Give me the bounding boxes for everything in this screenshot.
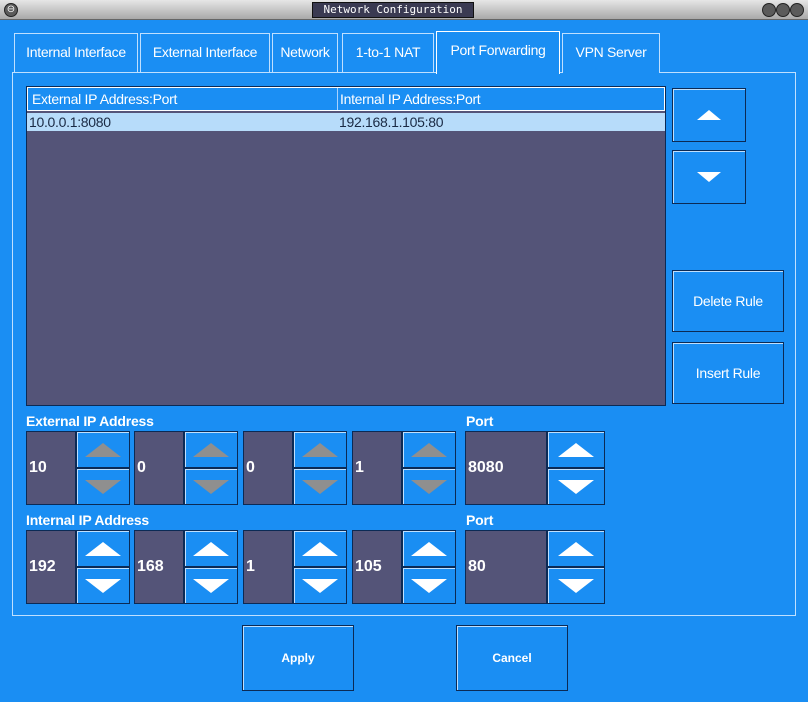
- apply-button[interactable]: Apply: [242, 625, 354, 691]
- internal-octet-3-stepper: 1: [243, 530, 347, 604]
- external-port-stepper: 8080: [465, 431, 605, 505]
- external-port-value[interactable]: 8080: [465, 431, 547, 505]
- external-octet-4-value[interactable]: 1: [352, 431, 402, 505]
- title-bar: ⊖ Network Configuration: [0, 0, 808, 20]
- external-octet-3-up-button[interactable]: [293, 431, 347, 468]
- external-octet-4-up-button[interactable]: [402, 431, 456, 468]
- internal-octet-2-value[interactable]: 168: [134, 530, 184, 604]
- external-ip-label: External IP Address: [26, 413, 154, 429]
- external-octet-4-stepper: 1: [352, 431, 456, 505]
- external-octet-2-value[interactable]: 0: [134, 431, 184, 505]
- internal-octet-3-up-button[interactable]: [293, 530, 347, 567]
- external-octet-1-up-button[interactable]: [76, 431, 130, 468]
- arrow-down-icon: [85, 578, 121, 593]
- cell-external: 10.0.0.1:8080: [29, 114, 111, 130]
- minimize-icon[interactable]: [762, 3, 776, 17]
- arrow-up-icon: [302, 442, 338, 457]
- external-octet-2-down-button[interactable]: [184, 468, 238, 505]
- external-port-down-button[interactable]: [547, 468, 605, 505]
- port-forwarding-table[interactable]: External IP Address:Port Internal IP Add…: [26, 86, 666, 406]
- arrow-down-icon: [302, 578, 338, 593]
- internal-octet-1-up-button[interactable]: [76, 530, 130, 567]
- arrow-up-icon: [411, 541, 447, 556]
- arrow-up-icon: [558, 442, 594, 457]
- close-icon[interactable]: [790, 3, 804, 17]
- internal-octet-4-stepper: 105: [352, 530, 456, 604]
- column-divider: [337, 88, 338, 110]
- external-octet-3-stepper: 0: [243, 431, 347, 505]
- external-octet-2-stepper: 0: [134, 431, 238, 505]
- internal-octet-1-stepper: 192: [26, 530, 130, 604]
- external-octet-1-value[interactable]: 10: [26, 431, 76, 505]
- external-octet-4-down-button[interactable]: [402, 468, 456, 505]
- cell-internal: 192.168.1.105:80: [339, 114, 444, 130]
- tab-vpn-server[interactable]: VPN Server: [562, 33, 660, 73]
- arrow-down-icon: [411, 578, 447, 593]
- tab-port-forwarding[interactable]: Port Forwarding: [436, 31, 560, 74]
- external-port-label: Port: [466, 413, 494, 429]
- internal-octet-2-up-button[interactable]: [184, 530, 238, 567]
- internal-octet-4-up-button[interactable]: [402, 530, 456, 567]
- internal-octet-2-stepper: 168: [134, 530, 238, 604]
- arrow-up-icon: [193, 442, 229, 457]
- delete-rule-button[interactable]: Delete Rule: [672, 270, 784, 332]
- arrow-down-icon: [558, 578, 594, 593]
- arrow-up-icon: [558, 541, 594, 556]
- arrow-up-icon: [697, 110, 721, 120]
- arrow-up-icon: [411, 442, 447, 457]
- arrow-up-icon: [85, 541, 121, 556]
- arrow-down-icon: [411, 479, 447, 494]
- table-header: External IP Address:Port Internal IP Add…: [27, 87, 665, 111]
- internal-ip-label: Internal IP Address: [26, 512, 150, 528]
- move-down-button[interactable]: [672, 150, 746, 204]
- internal-octet-4-value[interactable]: 105: [352, 530, 402, 604]
- external-octet-2-up-button[interactable]: [184, 431, 238, 468]
- internal-octet-2-down-button[interactable]: [184, 567, 238, 604]
- arrow-down-icon: [558, 479, 594, 494]
- external-octet-3-down-button[interactable]: [293, 468, 347, 505]
- column-header-internal[interactable]: Internal IP Address:Port: [340, 91, 481, 107]
- window-title: Network Configuration: [312, 2, 474, 18]
- internal-port-up-button[interactable]: [547, 530, 605, 567]
- maximize-icon[interactable]: [776, 3, 790, 17]
- internal-octet-3-value[interactable]: 1: [243, 530, 293, 604]
- external-octet-3-value[interactable]: 0: [243, 431, 293, 505]
- arrow-up-icon: [193, 541, 229, 556]
- arrow-down-icon: [193, 479, 229, 494]
- internal-port-label: Port: [466, 512, 494, 528]
- external-octet-1-down-button[interactable]: [76, 468, 130, 505]
- move-up-button[interactable]: [672, 88, 746, 142]
- internal-port-value[interactable]: 80: [465, 530, 547, 604]
- external-port-up-button[interactable]: [547, 431, 605, 468]
- tab-external-interface[interactable]: External Interface: [140, 33, 270, 73]
- arrow-down-icon: [193, 578, 229, 593]
- external-octet-1-stepper: 10: [26, 431, 130, 505]
- internal-octet-3-down-button[interactable]: [293, 567, 347, 604]
- internal-octet-1-down-button[interactable]: [76, 567, 130, 604]
- arrow-up-icon: [85, 442, 121, 457]
- table-row[interactable]: 10.0.0.1:8080 192.168.1.105:80: [27, 113, 665, 131]
- arrow-down-icon: [85, 479, 121, 494]
- internal-port-down-button[interactable]: [547, 567, 605, 604]
- tab-internal-interface[interactable]: Internal Interface: [14, 33, 138, 73]
- internal-octet-4-down-button[interactable]: [402, 567, 456, 604]
- internal-port-stepper: 80: [465, 530, 605, 604]
- tab-network[interactable]: Network: [272, 33, 338, 73]
- arrow-up-icon: [302, 541, 338, 556]
- internal-octet-1-value[interactable]: 192: [26, 530, 76, 604]
- insert-rule-button[interactable]: Insert Rule: [672, 342, 784, 404]
- arrow-down-icon: [697, 172, 721, 182]
- column-header-external[interactable]: External IP Address:Port: [32, 91, 177, 107]
- window-menu-icon[interactable]: ⊖: [4, 3, 18, 17]
- cancel-button[interactable]: Cancel: [456, 625, 568, 691]
- arrow-down-icon: [302, 479, 338, 494]
- tab-one-to-one-nat[interactable]: 1-to-1 NAT: [342, 33, 434, 73]
